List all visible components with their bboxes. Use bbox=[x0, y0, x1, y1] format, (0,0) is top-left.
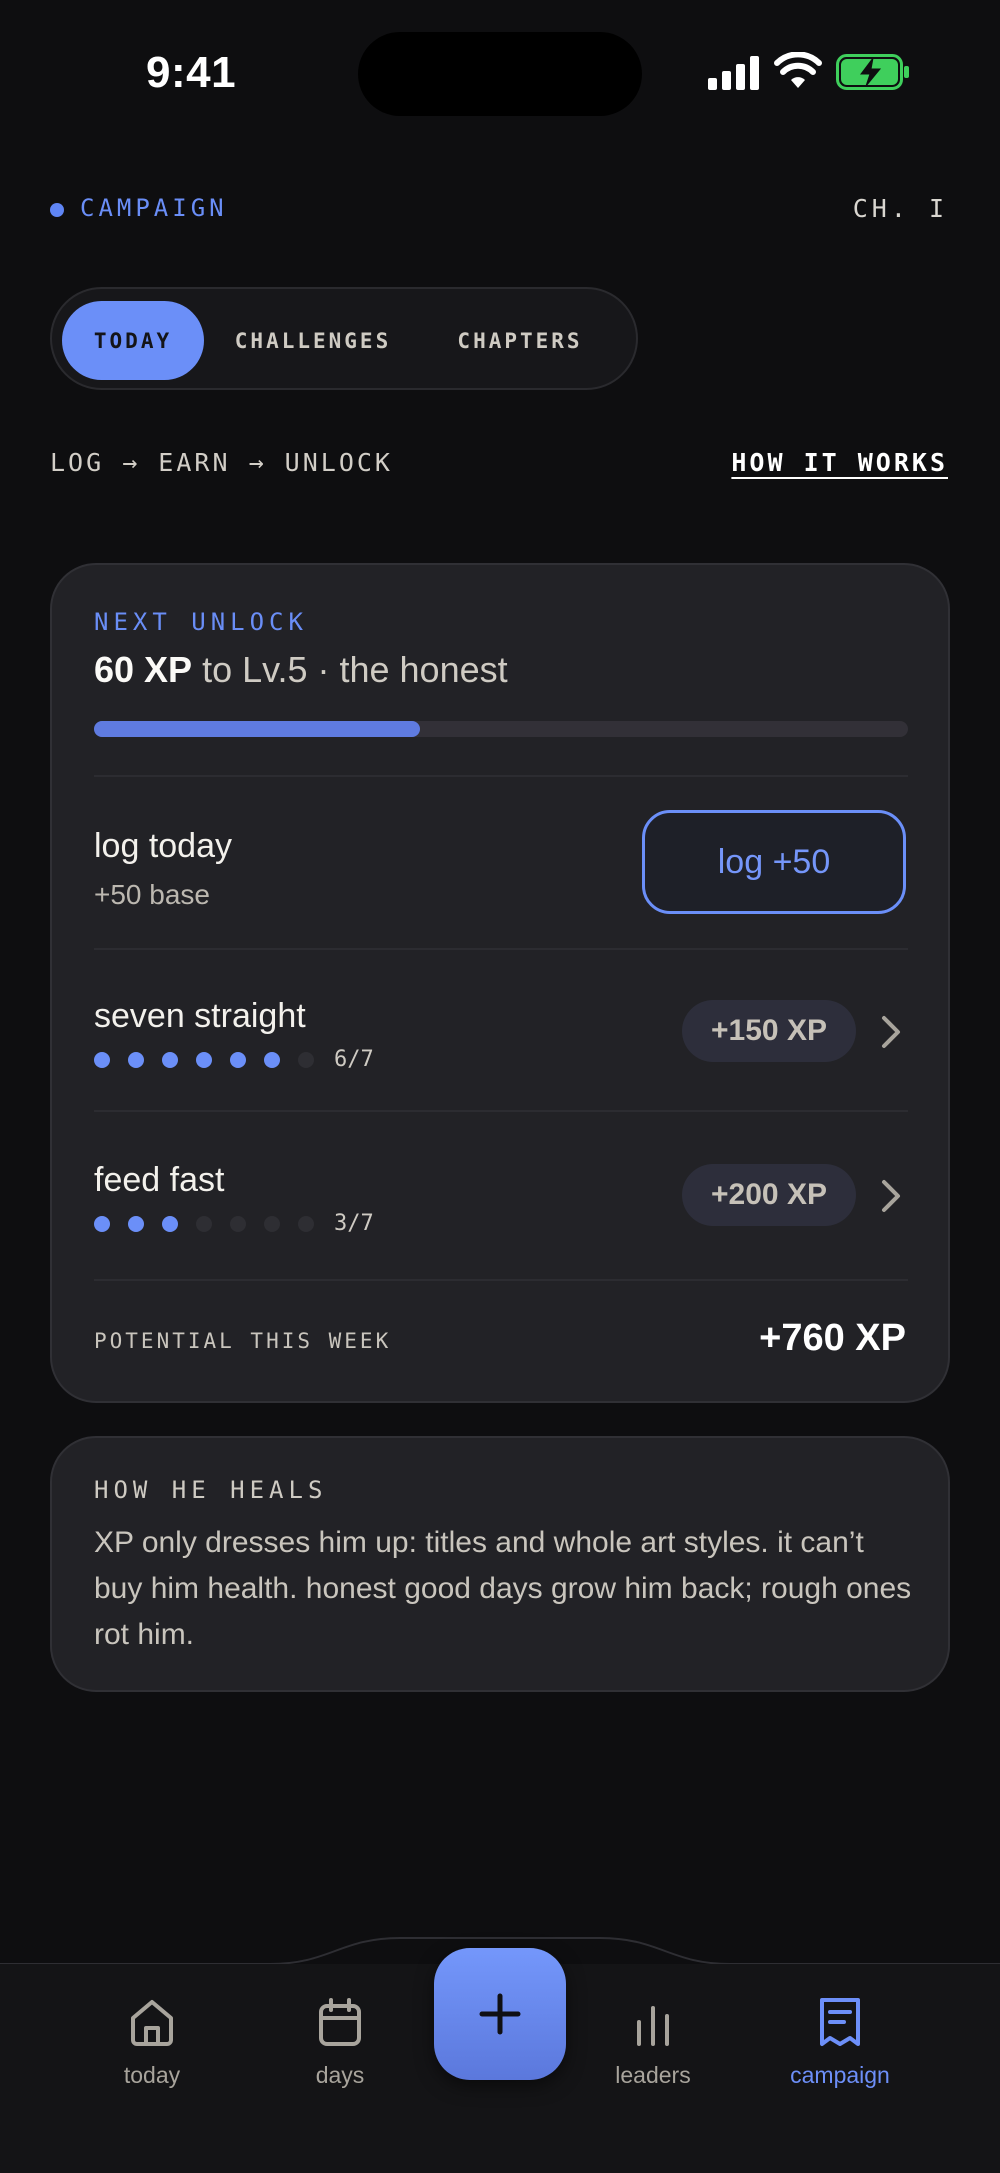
nav-today[interactable]: today bbox=[82, 1996, 222, 2089]
battery-charging-icon bbox=[836, 54, 909, 90]
dynamic-island bbox=[358, 32, 642, 116]
progress-dot bbox=[298, 1051, 314, 1068]
tab-chapters[interactable]: CHAPTERS bbox=[452, 301, 588, 380]
divider bbox=[94, 1279, 908, 1281]
progress-dot bbox=[94, 1215, 110, 1232]
challenge-title: seven straight bbox=[94, 997, 306, 1035]
status-time: 9:41 bbox=[146, 48, 237, 97]
how-he-heals-card: HOW HE HEALS XP only dresses him up: tit… bbox=[50, 1436, 950, 1692]
tab-challenges[interactable]: CHALLENGES bbox=[228, 301, 398, 380]
nav-label: leaders bbox=[615, 2062, 691, 2088]
challenge-progress-dots: 3/7 bbox=[94, 1211, 374, 1236]
home-icon bbox=[131, 2000, 173, 2046]
heals-title: HOW HE HEALS bbox=[94, 1476, 328, 1504]
add-log-button[interactable] bbox=[434, 1948, 566, 2080]
log-button[interactable]: log +50 bbox=[642, 810, 906, 914]
progress-card: NEXT UNLOCK 60 XP to Lv.5 · the honest l… bbox=[50, 563, 950, 1403]
section-title: CAMPAIGN bbox=[80, 194, 228, 222]
progress-dot bbox=[162, 1215, 178, 1232]
bars-icon bbox=[637, 2006, 669, 2046]
log-today-subtitle: +50 base bbox=[94, 879, 210, 910]
chevron-right-icon[interactable] bbox=[880, 1178, 902, 1214]
next-unlock-label: NEXT UNLOCK bbox=[94, 608, 308, 636]
chevron-right-icon[interactable] bbox=[880, 1014, 902, 1050]
progress-dot bbox=[264, 1215, 280, 1232]
divider bbox=[94, 775, 908, 777]
progress-dot bbox=[196, 1215, 212, 1232]
wifi-icon bbox=[774, 52, 822, 88]
next-unlock-line: 60 XP to Lv.5 · the honest bbox=[94, 649, 508, 691]
potential-label: POTENTIAL THIS WEEK bbox=[94, 1329, 392, 1353]
progress-dot bbox=[162, 1051, 178, 1068]
nav-campaign[interactable]: campaign bbox=[770, 1996, 910, 2089]
chapter-label: CH. I bbox=[852, 194, 948, 223]
potential-value: +760 XP bbox=[759, 1317, 906, 1359]
challenge-progress-dots: 6/7 bbox=[94, 1047, 374, 1072]
nav-label: today bbox=[123, 2062, 181, 2088]
progress-dot bbox=[230, 1215, 246, 1232]
level-progress-fill bbox=[94, 721, 420, 737]
nav-days[interactable]: days bbox=[270, 1996, 410, 2089]
challenge-count: 3/7 bbox=[334, 1211, 374, 1236]
challenge-title: feed fast bbox=[94, 1161, 225, 1199]
progress-dot bbox=[230, 1051, 246, 1068]
progress-dot bbox=[94, 1051, 110, 1068]
nav-label: campaign bbox=[790, 2062, 890, 2088]
flow-caption: LOG → EARN → UNLOCK bbox=[50, 448, 393, 477]
nav-leaders[interactable]: leaders bbox=[583, 1996, 723, 2089]
tab-today[interactable]: TODAY bbox=[62, 301, 204, 380]
level-progress-bar bbox=[94, 721, 908, 737]
calendar-icon bbox=[319, 1998, 361, 2046]
xp-needed: 60 XP bbox=[94, 649, 193, 690]
plus-icon bbox=[479, 1993, 521, 2035]
nav-label: days bbox=[315, 2062, 365, 2088]
challenge-reward-pill[interactable]: +150 XP bbox=[682, 1000, 856, 1062]
progress-dot bbox=[128, 1051, 144, 1068]
campaign-screen: 9:41 CAMPAIGN CH. I TODAY CHALLENGES CHA… bbox=[0, 0, 1000, 2173]
log-today-title: log today bbox=[94, 827, 232, 865]
divider bbox=[94, 948, 908, 950]
challenge-reward-pill[interactable]: +200 XP bbox=[682, 1164, 856, 1226]
progress-dot bbox=[128, 1215, 144, 1232]
campaign-tabs: TODAY CHALLENGES CHAPTERS bbox=[50, 287, 638, 390]
heals-description: XP only dresses him up: titles and whole… bbox=[94, 1526, 912, 1651]
scroll-icon bbox=[820, 1998, 860, 2046]
challenge-count: 6/7 bbox=[334, 1047, 374, 1072]
progress-dot bbox=[264, 1051, 280, 1068]
signal-icon bbox=[708, 56, 759, 90]
unlock-target: to Lv.5 · the honest bbox=[202, 649, 508, 690]
divider bbox=[94, 1110, 908, 1112]
how-it-works-link[interactable]: HOW IT WORKS bbox=[731, 448, 948, 477]
progress-dot bbox=[196, 1051, 212, 1068]
progress-dot bbox=[298, 1215, 314, 1232]
campaign-indicator-dot bbox=[50, 203, 64, 217]
